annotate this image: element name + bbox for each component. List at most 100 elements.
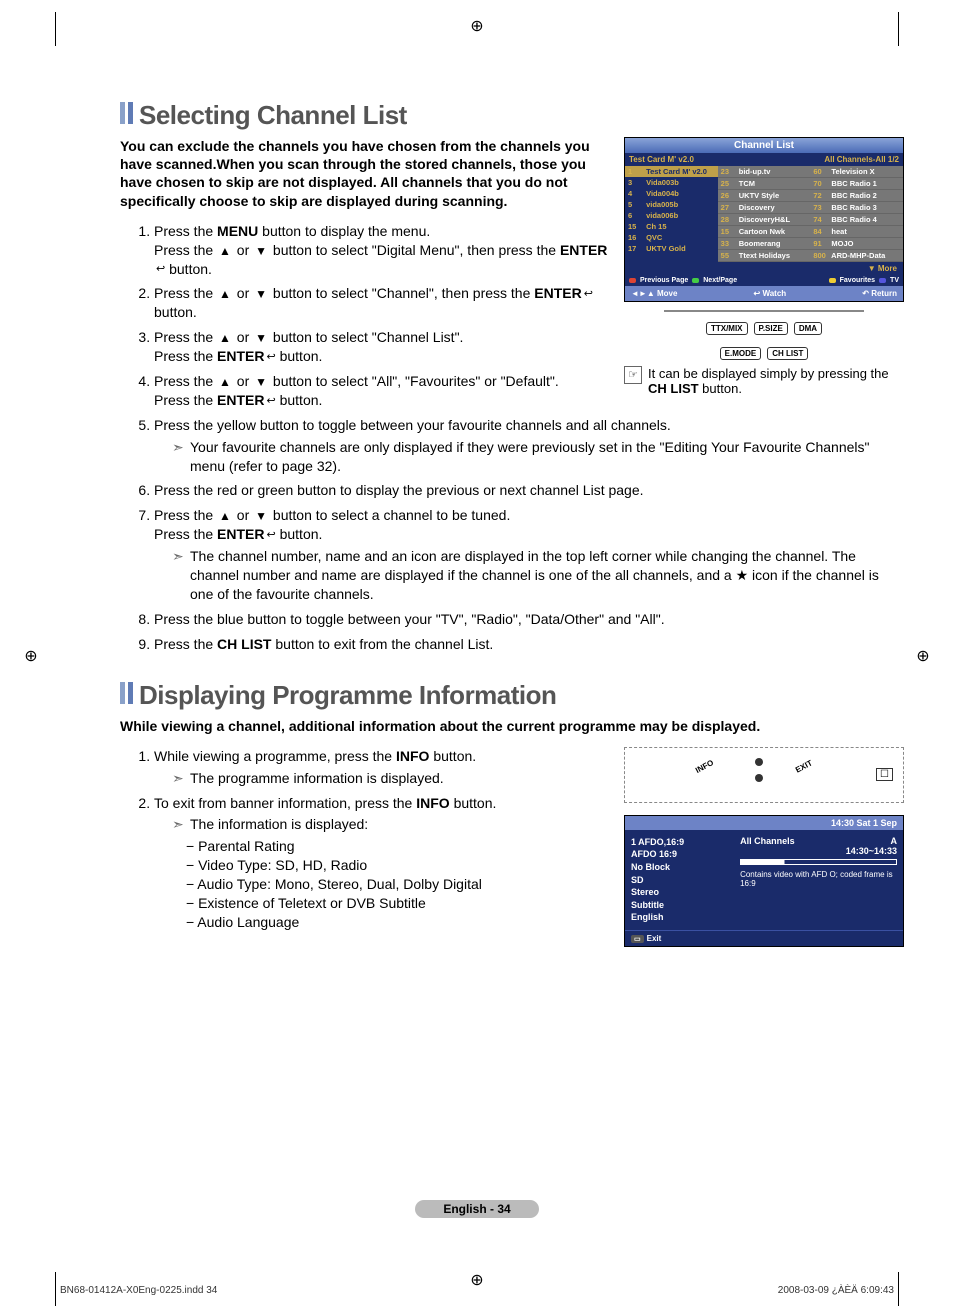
cc-icon: ☐: [876, 768, 893, 781]
channel-row: 25 TCM: [718, 178, 811, 190]
channel-row: 6 vida006b: [625, 210, 718, 221]
osd-more: ▼ More: [625, 262, 903, 275]
step-note: Your favourite channels are only display…: [172, 438, 904, 476]
steps-list-cont: Press the yellow button to toggle betwee…: [120, 416, 904, 654]
info-left-row: 1 AFDO,16:9: [631, 836, 732, 849]
channel-row: 26 UKTV Style: [718, 190, 811, 202]
channel-row: 28 DiscoveryH&L: [718, 214, 811, 226]
red-dot-icon: [629, 278, 636, 283]
enter-icon: ↩: [266, 528, 275, 543]
info-subitem: Video Type: SD, HD, Radio: [186, 856, 610, 875]
channel-row: 4 Vida004b: [625, 188, 718, 199]
crop-mark: [898, 1272, 899, 1306]
step-note: The programme information is displayed.: [172, 769, 610, 788]
programme-info-osd: 14:30 Sat 1 Sep 1 AFDO,16:9AFDO 16:9No B…: [624, 815, 904, 947]
osd-time: 14:30 Sat 1 Sep: [625, 816, 903, 830]
section-title: Selecting Channel List: [139, 100, 407, 131]
blue-dot-icon: [879, 278, 886, 283]
channel-row: 55 Ttext Holidays: [718, 250, 811, 262]
page-footer: English - 34: [0, 1200, 954, 1218]
heading-bars-icon: [120, 682, 133, 704]
print-date: 2008-03-09 ¿ÀÈÄ 6:09:43: [778, 1285, 894, 1296]
info-left-row: English: [631, 911, 732, 924]
channel-row: 33 Boomerang: [718, 238, 811, 250]
osd-left-col: 1 AFDO,16:9AFDO 16:9No BlockSDStereoSubt…: [631, 836, 732, 924]
remote-btn-dma: DMA: [794, 322, 822, 335]
steps-list: Press the MENU button to display the men…: [120, 222, 610, 410]
registration-mark-top: ⊕: [468, 18, 486, 36]
channel-row: 15 Ch 15: [625, 221, 718, 232]
info-left-row: No Block: [631, 861, 732, 874]
osd-col: 23 bid-up.tv25 TCM26 UKTV Style27 Discov…: [718, 166, 811, 262]
step-item: To exit from banner information, press t…: [154, 794, 610, 932]
remote-btn-emode: E.MODE: [720, 347, 762, 360]
channel-row: 23 bid-up.tv: [718, 166, 811, 178]
step-item: Press the yellow button to toggle betwee…: [154, 416, 904, 476]
channel-row: 74 BBC Radio 4: [810, 214, 903, 226]
step-item: Press the ▲ or ▼ button to select a chan…: [154, 506, 904, 603]
nav-dot-icon: [755, 758, 763, 766]
osd-right-col: All Channels A 14:30~14:33 Contains vide…: [740, 836, 897, 924]
enter-icon: ↩: [156, 262, 165, 277]
info-subitem: Parental Rating: [186, 837, 610, 856]
info-left-row: Subtitle: [631, 899, 732, 912]
yellow-dot-icon: [829, 278, 836, 283]
channel-row: 60 Television X: [810, 166, 903, 178]
channel-row: 3 Vida003b: [625, 177, 718, 188]
nav-dot-icon: [755, 774, 763, 782]
channel-row: 27 Discovery: [718, 202, 811, 214]
channel-row: 70 BBC Radio 1: [810, 178, 903, 190]
channel-row: 73 BBC Radio 3: [810, 202, 903, 214]
channel-list-osd: Channel List Test Card M' v2.0 All Chann…: [624, 137, 904, 302]
hand-icon: ☞: [624, 366, 642, 384]
step-item: Press the blue button to toggle between …: [154, 610, 904, 629]
osd-title: Channel List: [625, 138, 903, 153]
section-intro: You can exclude the channels you have ch…: [120, 137, 610, 210]
section-intro: While viewing a channel, additional info…: [120, 717, 904, 735]
channel-row: 84 heat: [810, 226, 903, 238]
info-left-row: SD: [631, 874, 732, 887]
channel-row: 91 MOJO: [810, 238, 903, 250]
step-item: Press the ▲ or ▼ button to select "Chann…: [154, 328, 610, 366]
osd-subtitle-left: Test Card M' v2.0: [629, 155, 694, 164]
info-subitem: Existence of Teletext or DVB Subtitle: [186, 894, 610, 913]
info-sublist: Parental RatingVideo Type: SD, HD, Radio…: [186, 837, 610, 931]
steps-list: While viewing a programme, press the INF…: [120, 747, 610, 932]
crop-mark: [55, 12, 56, 46]
step-item: Press the CH LIST button to exit from th…: [154, 635, 904, 654]
remote-info-label: INFO: [694, 758, 715, 775]
section-programme-info: Displaying Programme Information While v…: [120, 680, 904, 947]
step-item: While viewing a programme, press the INF…: [154, 747, 610, 788]
crop-mark: [898, 12, 899, 46]
section-selecting-channel-list: Selecting Channel List You can exclude t…: [120, 100, 904, 654]
green-dot-icon: [692, 278, 699, 283]
remote-strip: INFO EXIT ☐: [624, 747, 904, 803]
step-note: The information is displayed:: [172, 815, 610, 834]
step-item: Press the ▲ or ▼ button to select "All",…: [154, 372, 610, 410]
print-footer: BN68-01412A-X0Eng-0225.indd 34 2008-03-0…: [60, 1285, 894, 1296]
osd-col: 1 Test Card M' v2.03 Vida003b4 Vida004b5…: [625, 166, 718, 262]
osd-col: 60 Television X70 BBC Radio 172 BBC Radi…: [810, 166, 903, 262]
channel-row: 72 BBC Radio 2: [810, 190, 903, 202]
print-file: BN68-01412A-X0Eng-0225.indd 34: [60, 1285, 217, 1296]
heading-bars-icon: [120, 102, 133, 124]
channel-row: 1 Test Card M' v2.0: [625, 166, 718, 177]
channel-row: 800 ARD-MHP-Data: [810, 250, 903, 262]
enter-icon: ↩: [584, 287, 593, 302]
osd-footer-legend: Previous Page Next/Page Favourites TV: [625, 275, 903, 286]
hint: ☞ It can be displayed simply by pressing…: [624, 366, 904, 396]
channel-row: 17 UKTV Gold: [625, 243, 718, 254]
registration-mark-left: ⊕: [22, 648, 40, 666]
page-number: English - 34: [415, 1200, 538, 1218]
enter-icon: ↩: [266, 350, 275, 365]
step-note: The channel number, name and an icon are…: [172, 547, 904, 604]
info-left-row: Stereo: [631, 886, 732, 899]
step-item: Press the red or green button to display…: [154, 481, 904, 500]
remote-exit-label: EXIT: [794, 758, 814, 774]
osd-exit: ▭Exit: [625, 930, 903, 946]
info-subitem: Audio Type: Mono, Stereo, Dual, Dolby Di…: [186, 875, 610, 894]
remote-btn-ttxmix: TTX/MIX: [706, 322, 748, 335]
osd-description: Contains video with AFD O; coded frame i…: [740, 870, 897, 888]
info-subitem: Audio Language: [186, 913, 610, 932]
info-left-row: AFDO 16:9: [631, 848, 732, 861]
